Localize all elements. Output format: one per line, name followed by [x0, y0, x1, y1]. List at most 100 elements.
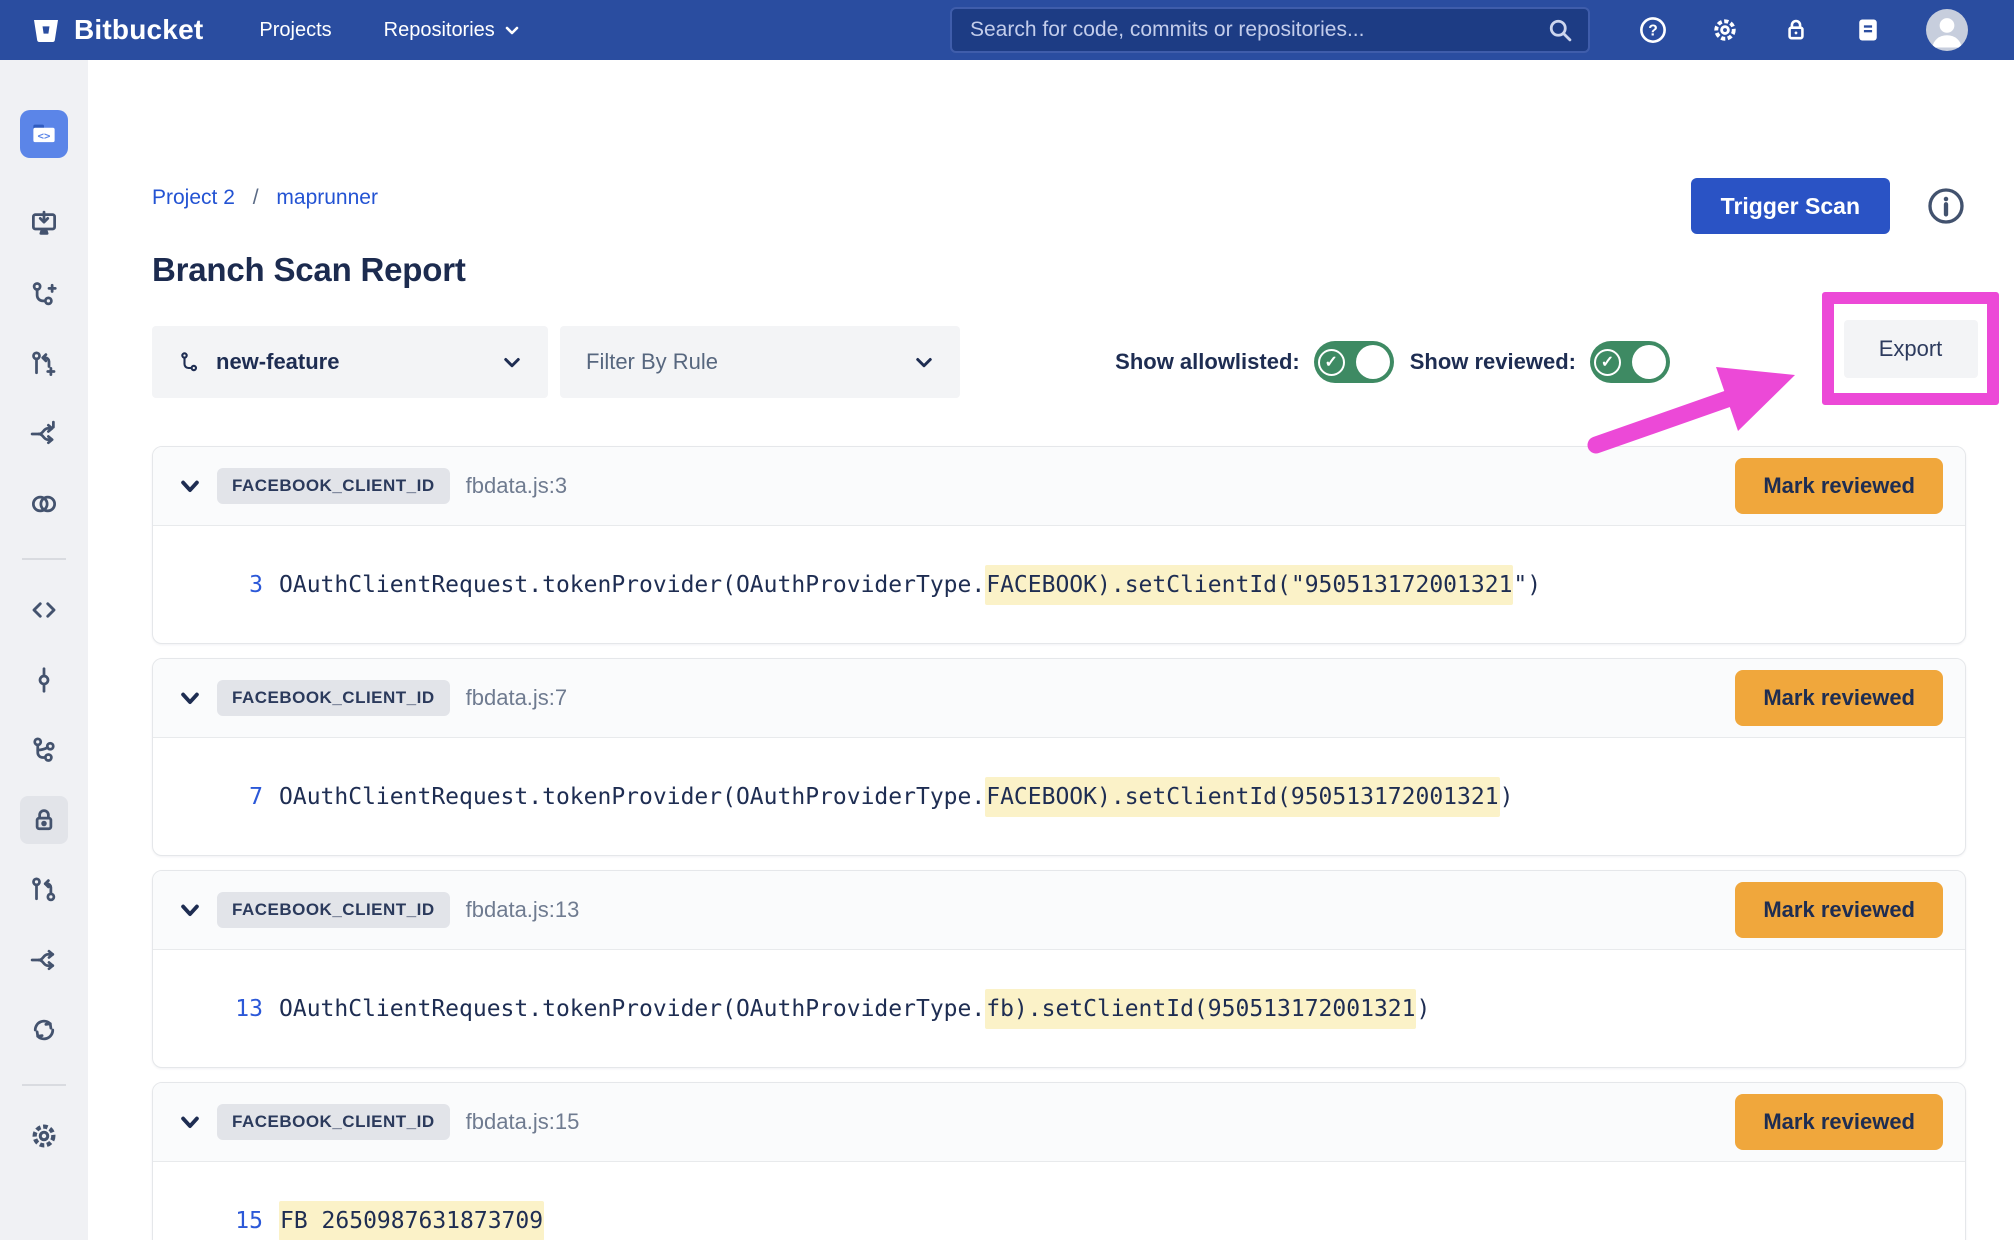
code-pre: OAuthClientRequest.tokenProvider(OAuthPr… [279, 996, 985, 1022]
nav-item-projects[interactable]: Projects [259, 19, 331, 42]
nav-item-repositories[interactable]: Repositories [384, 19, 520, 42]
breadcrumb: Project 2 / maprunner [152, 184, 466, 212]
finding-card: FACEBOOK_CLIENT_ID fbdata.js:13 Mark rev… [152, 870, 1966, 1068]
code-line-number: 13 [153, 996, 263, 1022]
secret-highlight: FACEBOOK).setClientId("950513172001321 [985, 565, 1513, 605]
repository-avatar[interactable]: <> [20, 110, 68, 158]
finding-code-row: 13 OAuthClientRequest.tokenProvider(OAut… [153, 949, 1965, 1067]
sidebar-divider [22, 558, 66, 560]
builds-icon[interactable] [20, 1006, 68, 1054]
global-search[interactable] [950, 7, 1590, 53]
code-pre: OAuthClientRequest.tokenProvider(OAuthPr… [279, 784, 985, 810]
chevron-down-icon[interactable] [179, 687, 201, 709]
source-code-icon[interactable] [20, 586, 68, 634]
finding-location: fbdata.js:15 [466, 1109, 580, 1135]
finding-card: FACEBOOK_CLIENT_ID fbdata.js:7 Mark revi… [152, 658, 1966, 856]
gear-icon[interactable] [1710, 15, 1740, 45]
sidebar-divider [22, 1084, 66, 1086]
check-icon: ✓ [1318, 349, 1345, 376]
security-lock-icon[interactable] [20, 796, 68, 844]
branch-icon [178, 350, 202, 374]
trigger-scan-button[interactable]: Trigger Scan [1691, 178, 1890, 234]
code-line-number: 7 [153, 784, 263, 810]
code-pre: OAuthClientRequest.tokenProvider(OAuthPr… [279, 572, 985, 598]
lock-icon[interactable] [1782, 15, 1812, 45]
show-allowlisted-toggle[interactable]: ✓ [1314, 341, 1394, 383]
top-navigation: Bitbucket Projects Repositories ? [0, 0, 2014, 60]
show-allowlisted-label: Show allowlisted: [1115, 349, 1300, 375]
breadcrumb-project-link[interactable]: Project 2 [152, 186, 235, 209]
toggle-knob [1356, 345, 1390, 379]
rule-filter-placeholder: Filter By Rule [586, 349, 914, 375]
chevron-down-icon[interactable] [179, 475, 201, 497]
rule-filter-selector[interactable]: Filter By Rule [560, 326, 960, 398]
toggle-knob [1632, 345, 1666, 379]
code-line-number: 15 [153, 1208, 263, 1234]
svg-text:<>: <> [38, 129, 51, 142]
chevron-down-icon[interactable] [179, 899, 201, 921]
finding-location: fbdata.js:13 [466, 897, 580, 923]
code-post: ) [1500, 784, 1514, 810]
breadcrumb-repo-link[interactable]: maprunner [276, 186, 378, 209]
code-line: OAuthClientRequest.tokenProvider(OAuthPr… [279, 784, 1513, 810]
export-button[interactable]: Export [1844, 320, 1978, 378]
help-icon[interactable]: ? [1638, 15, 1668, 45]
bitbucket-brand[interactable]: Bitbucket [30, 14, 203, 46]
feedback-icon[interactable] [1854, 15, 1884, 45]
branches-icon[interactable] [20, 726, 68, 774]
secret-highlight: FB 2650987631873709 [279, 1201, 544, 1240]
finding-location: fbdata.js:7 [466, 685, 568, 711]
code-post: ) [1416, 996, 1430, 1022]
code-line-number: 3 [153, 572, 263, 598]
search-icon[interactable] [1546, 16, 1574, 44]
mark-reviewed-button[interactable]: Mark reviewed [1735, 458, 1943, 514]
finding-header[interactable]: FACEBOOK_CLIENT_ID fbdata.js:13 Mark rev… [153, 871, 1965, 949]
finding-header[interactable]: FACEBOOK_CLIENT_ID fbdata.js:7 Mark revi… [153, 659, 1965, 737]
branch-selector-value: new-feature [216, 349, 502, 375]
chevron-down-icon[interactable] [179, 1111, 201, 1133]
rule-badge: FACEBOOK_CLIENT_ID [217, 680, 450, 716]
finding-card: FACEBOOK_CLIENT_ID fbdata.js:15 Mark rev… [152, 1082, 1966, 1240]
finding-location: fbdata.js:3 [466, 473, 568, 499]
avatar[interactable] [1926, 9, 1968, 51]
settings-icon[interactable] [20, 1112, 68, 1160]
rule-badge: FACEBOOK_CLIENT_ID [217, 1104, 450, 1140]
create-pull-request-icon[interactable] [20, 340, 68, 388]
finding-header[interactable]: FACEBOOK_CLIENT_ID fbdata.js:3 Mark revi… [153, 447, 1965, 525]
code-line: OAuthClientRequest.tokenProvider(OAuthPr… [279, 996, 1430, 1022]
info-icon[interactable] [1926, 186, 1966, 226]
clone-icon[interactable] [20, 200, 68, 248]
chevron-down-icon [504, 22, 520, 38]
finding-card: FACEBOOK_CLIENT_ID fbdata.js:3 Mark revi… [152, 446, 1966, 644]
page-title: Branch Scan Report [152, 250, 466, 290]
sidebar: <> [0, 60, 88, 1240]
chevron-down-icon [914, 352, 934, 372]
finding-code-row: 7 OAuthClientRequest.tokenProvider(OAuth… [153, 737, 1965, 855]
finding-code-row: 3 OAuthClientRequest.tokenProvider(OAuth… [153, 525, 1965, 643]
main-content: Project 2 / maprunner Branch Scan Report… [88, 60, 2014, 1240]
forks-icon[interactable] [20, 936, 68, 984]
search-input[interactable] [970, 18, 1546, 42]
code-line: OAuthClientRequest.tokenProvider(OAuthPr… [279, 572, 1541, 598]
compare-icon[interactable] [20, 480, 68, 528]
commits-icon[interactable] [20, 656, 68, 704]
code-post: ") [1513, 572, 1541, 598]
finding-header[interactable]: FACEBOOK_CLIENT_ID fbdata.js:15 Mark rev… [153, 1083, 1965, 1161]
branch-selector[interactable]: new-feature [152, 326, 548, 398]
show-reviewed-toggle[interactable]: ✓ [1590, 341, 1670, 383]
export-highlight-box: Export [1822, 292, 1999, 405]
svg-text:?: ? [1648, 23, 1658, 40]
bitbucket-logo-icon [30, 14, 62, 46]
mark-reviewed-button[interactable]: Mark reviewed [1735, 882, 1943, 938]
rule-badge: FACEBOOK_CLIENT_ID [217, 468, 450, 504]
secret-highlight: FACEBOOK).setClientId(950513172001321 [985, 777, 1499, 817]
mark-reviewed-button[interactable]: Mark reviewed [1735, 670, 1943, 726]
create-branch-icon[interactable] [20, 270, 68, 318]
show-reviewed-label: Show reviewed: [1410, 349, 1576, 375]
mark-reviewed-button[interactable]: Mark reviewed [1735, 1094, 1943, 1150]
brand-name: Bitbucket [74, 14, 203, 46]
pull-requests-icon[interactable] [20, 866, 68, 914]
breadcrumb-separator: / [253, 186, 259, 209]
fork-plus-icon[interactable] [20, 410, 68, 458]
check-icon: ✓ [1594, 349, 1621, 376]
